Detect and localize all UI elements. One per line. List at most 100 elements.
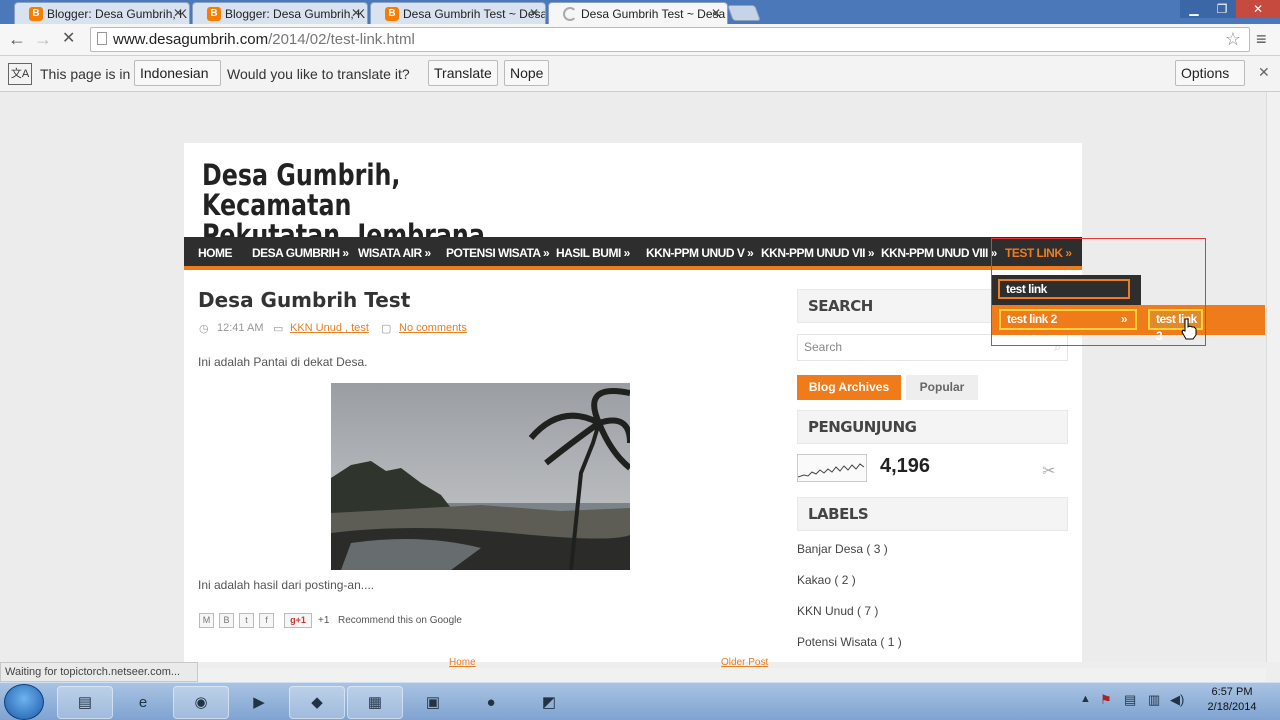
restore-icon[interactable]: ❐ [1208,0,1236,18]
older-post-link[interactable]: Older Post [721,657,768,668]
close-icon[interactable]: ✕ [711,6,721,20]
comments-link[interactable]: No comments [399,322,467,334]
blogger-icon: B [29,7,43,21]
label-link[interactable]: Banjar Desa ( 3 ) [797,542,888,556]
post-text: Ini adalah Pantai di dekat Desa. [198,355,368,369]
language-value: Indonesian [140,65,209,81]
plusone-count: +1 [318,615,330,626]
start-button[interactable] [4,684,44,720]
label-link[interactable]: KKN Unud ( 7 ) [797,604,878,618]
document-icon[interactable]: ▣ [405,686,461,719]
translate-prefix: This page is in [40,66,131,82]
translate-button[interactable]: Translate [428,60,498,86]
tab-popular[interactable]: Popular [906,375,978,400]
bookmark-star-icon[interactable]: ☆ [1225,28,1241,51]
nav-label: KKN-PPM UNUD V [646,246,745,260]
browser-tab[interactable]: B Blogger: Desa Gumbrih, K ✕ [14,2,190,24]
obs-icon[interactable]: ● [463,686,519,719]
address-bar[interactable]: www.desagumbrih.com/2014/02/test-link.ht… [90,27,1250,52]
browser-tab-active[interactable]: Desa Gumbrih Test ~ Desa ✕ [548,2,728,25]
visitors-widget-title: PENGUNJUNG [797,410,1068,444]
tab-title: Desa Gumbrih Test ~ Desa [581,7,726,21]
back-icon[interactable]: ← [8,29,26,49]
home-link[interactable]: Home [449,657,476,668]
page-icon [97,32,107,45]
translate-bar: 文A This page is in Indonesian ▼ Would yo… [0,56,1280,104]
nav-desa-gumbrih[interactable]: DESA GUMBRIH » [252,246,349,260]
nav-kkn-viii[interactable]: KKN-PPM UNUD VIII » [881,246,997,260]
post-text: Ini adalah hasil dari posting-an.... [198,578,375,592]
explorer-icon[interactable]: ▤ [57,686,113,719]
nav-home[interactable]: HOME [198,246,233,260]
internet-explorer-icon[interactable]: e [115,686,171,719]
close-icon[interactable]: ✕ [529,6,539,20]
notepad-icon[interactable]: ◩ [521,686,577,719]
tools-icon[interactable]: ✂ [1042,461,1055,481]
tab-blog-archives[interactable]: Blog Archives [797,375,901,400]
tray-network-icon[interactable]: ▥ [1148,692,1160,708]
chrome-icon[interactable]: ◉ [173,686,229,719]
blogger-share-icon[interactable]: B [219,613,234,628]
nav-label: KKN-PPM UNUD VII [761,246,866,260]
app-icon[interactable]: ◆ [289,686,345,719]
media-player-icon[interactable]: ▶ [231,686,287,719]
tray-device-icon[interactable]: ▤ [1124,692,1136,708]
nav-hasil-bumi[interactable]: HASIL BUMI » [556,246,630,260]
nav-kkn-v[interactable]: KKN-PPM UNUD V » [646,246,754,260]
network-app-icon[interactable]: ▦ [347,686,403,719]
email-share-icon[interactable]: M [199,613,214,628]
language-select[interactable]: Indonesian ▼ [134,60,221,104]
post-time: 12:41 AM [217,322,264,334]
nav-kkn-vii[interactable]: KKN-PPM UNUD VII » [761,246,875,260]
close-icon[interactable]: ✕ [1258,64,1270,81]
clock-icon: ◷ [199,323,209,335]
browser-tab-bar: B Blogger: Desa Gumbrih, K ✕ B Blogger: … [0,0,1280,25]
browser-tab[interactable]: B Desa Gumbrih Test ~ Desa ✕ [370,2,546,24]
main-nav: HOME DESA GUMBRIH » WISATA AIR » POTENSI… [184,237,1082,270]
post-title[interactable]: Desa Gumbrih Test [198,288,410,312]
nav-wisata-air[interactable]: WISATA AIR » [358,246,431,260]
translate-question: Would you like to translate it? [227,66,410,82]
tab-title: Desa Gumbrih Test ~ Desa [403,7,546,21]
beach-photo[interactable] [331,383,630,570]
menu-icon[interactable]: ≡ [1256,29,1267,49]
loading-icon [563,7,577,21]
nope-button[interactable]: Nope [504,60,550,86]
tray-volume-icon[interactable]: ◀) [1170,692,1184,708]
windows-taskbar: ▤ e ◉ ▶ ◆ ▦ ▣ ● ◩ ▲ ⚑ ▤ ▥ ◀) 6:57 PM 2/1… [0,682,1280,720]
nav-potensi-wisata[interactable]: POTENSI WISATA » [446,246,550,260]
comment-icon: ▢ [381,323,392,335]
stop-icon[interactable]: ✕ [62,29,75,49]
tray-expand-icon[interactable]: ▲ [1080,693,1091,705]
highlight-box [991,238,1206,346]
hand-cursor-icon [1180,318,1198,340]
close-icon[interactable]: ✕ [351,6,361,20]
close-icon[interactable]: ✕ [173,6,183,20]
blogger-icon: B [385,7,399,21]
label-link[interactable]: Potensi Wisata ( 1 ) [797,635,902,649]
browser-tab[interactable]: B Blogger: Desa Gumbrih, K ✕ [192,2,368,24]
twitter-share-icon[interactable]: t [239,613,254,628]
new-tab-button[interactable] [727,5,761,21]
blogger-icon: B [207,7,221,21]
taskbar-clock[interactable]: 6:57 PM 2/18/2014 [1196,685,1268,715]
nav-label: KKN-PPM UNUD VIII [881,246,988,260]
tray-flag-icon[interactable]: ⚑ [1100,692,1112,708]
forward-icon[interactable]: → [34,29,52,49]
window-close-icon[interactable]: ✕ [1236,0,1280,18]
folder-icon: ▭ [273,323,284,335]
url-path: /2014/02/test-link.html [268,31,415,48]
options-button[interactable]: Options ▼ [1175,60,1245,104]
google-plus-button[interactable]: g+1 [284,613,312,628]
blog-title-line: Desa Gumbrih, Kecamatan [202,158,401,222]
post-labels-link[interactable]: KKN Unud , test [290,322,369,334]
vertical-scrollbar[interactable] [1266,92,1280,662]
facebook-share-icon[interactable]: f [259,613,274,628]
label-link[interactable]: Kakao ( 2 ) [797,573,856,587]
status-bubble: Waiting for topictorch.netseer.com... [0,662,198,682]
tab-title: Blogger: Desa Gumbrih, K [47,7,188,21]
clock-date: 2/18/2014 [1207,701,1257,713]
horizontal-scrollbar[interactable] [198,668,1266,682]
options-label: Options [1181,65,1230,81]
minimize-icon[interactable]: ▁ [1180,0,1208,18]
